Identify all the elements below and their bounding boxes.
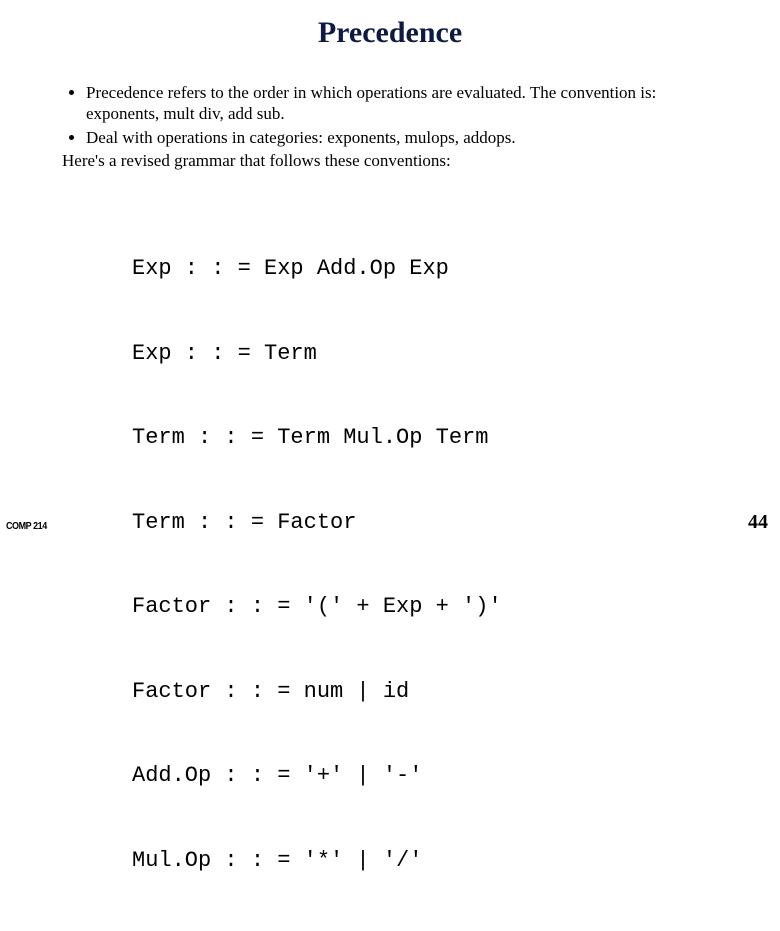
page-title: Precedence bbox=[0, 0, 780, 50]
bullet-item: Precedence refers to the order in which … bbox=[86, 82, 718, 125]
grammar-block: Exp : : = Exp Add.Op Exp Exp : : = Term … bbox=[132, 199, 718, 931]
grammar-line: Mul.Op : : = '*' | '/' bbox=[132, 847, 718, 875]
footer-course-code: COMP 214 bbox=[6, 521, 47, 532]
grammar-line: Exp : : = Term bbox=[132, 340, 718, 368]
bullet-list: Precedence refers to the order in which … bbox=[62, 82, 718, 148]
grammar-line: Factor : : = num | id bbox=[132, 678, 718, 706]
grammar-line: Term : : = Term Mul.Op Term bbox=[132, 424, 718, 452]
grammar-line: Add.Op : : = '+' | '-' bbox=[132, 762, 718, 790]
bullet-item: Deal with operations in categories: expo… bbox=[86, 127, 718, 148]
post-bullets-text: Here's a revised grammar that follows th… bbox=[62, 150, 718, 171]
page-number: 44 bbox=[748, 511, 768, 534]
grammar-line: Factor : : = '(' + Exp + ')' bbox=[132, 593, 718, 621]
body-content: Precedence refers to the order in which … bbox=[0, 50, 780, 931]
grammar-line: Term : : = Factor bbox=[132, 509, 718, 537]
slide: Precedence Precedence refers to the orde… bbox=[0, 0, 780, 540]
grammar-line: Exp : : = Exp Add.Op Exp bbox=[132, 255, 718, 283]
